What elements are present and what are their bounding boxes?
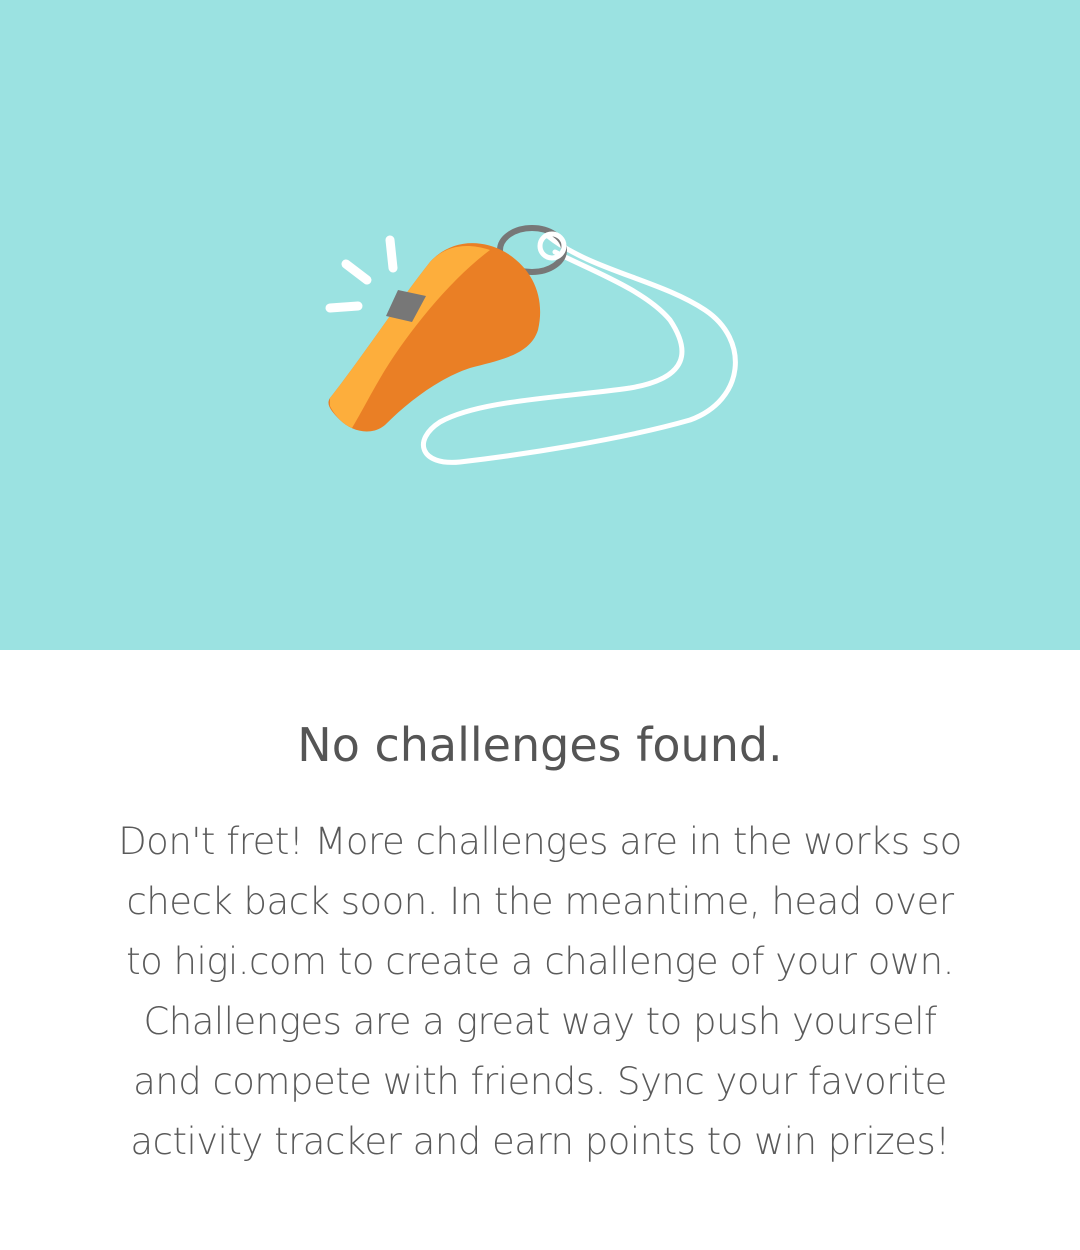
empty-state-message: Don't fret! More challenges are in the w… <box>70 812 1010 1172</box>
message-line: Challenges are a great way to push yours… <box>143 1000 937 1043</box>
empty-state-title: No challenges found. <box>297 718 783 772</box>
message-line: Don't fret! More challenges are in the w… <box>118 820 962 863</box>
message-line: check back soon. In the meantime, head o… <box>126 880 954 923</box>
message-line: activity tracker and earn points to win … <box>130 1120 950 1163</box>
empty-state: No challenges found. Don't fret! More ch… <box>0 650 1080 1250</box>
message-line: and compete with friends. Sync your favo… <box>133 1060 947 1103</box>
hero-banner <box>0 0 1080 650</box>
whistle-icon <box>325 225 738 465</box>
sound-lines-icon <box>325 235 398 313</box>
message-line: to higi.com to create a challenge of you… <box>126 940 954 983</box>
